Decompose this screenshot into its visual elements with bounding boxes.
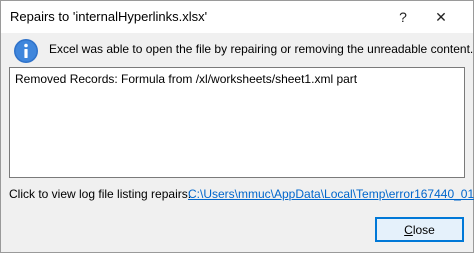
title-bar: Repairs to 'internalHyperlinks.xlsx' ? ✕ bbox=[1, 1, 473, 33]
help-button[interactable]: ? bbox=[387, 1, 419, 33]
close-button-label: lose bbox=[412, 222, 435, 237]
window-title: Repairs to 'internalHyperlinks.xlsx' bbox=[10, 9, 208, 24]
close-button-mnemonic: C bbox=[404, 222, 413, 237]
removed-records-text: Removed Records: Formula from /xl/worksh… bbox=[15, 72, 358, 86]
log-file-label: Click to view log file listing repairs: bbox=[9, 187, 192, 201]
repairs-dialog: Repairs to 'internalHyperlinks.xlsx' ? ✕… bbox=[0, 0, 474, 253]
info-icon bbox=[14, 39, 38, 63]
repair-message: Excel was able to open the file by repai… bbox=[49, 42, 474, 56]
window-close-button[interactable]: ✕ bbox=[425, 1, 457, 33]
close-button[interactable]: Close bbox=[375, 217, 464, 242]
log-file-link[interactable]: C:\Users\mmuc\AppData\Local\Temp\error16… bbox=[188, 187, 474, 201]
removed-records-box[interactable]: Removed Records: Formula from /xl/worksh… bbox=[9, 67, 465, 178]
